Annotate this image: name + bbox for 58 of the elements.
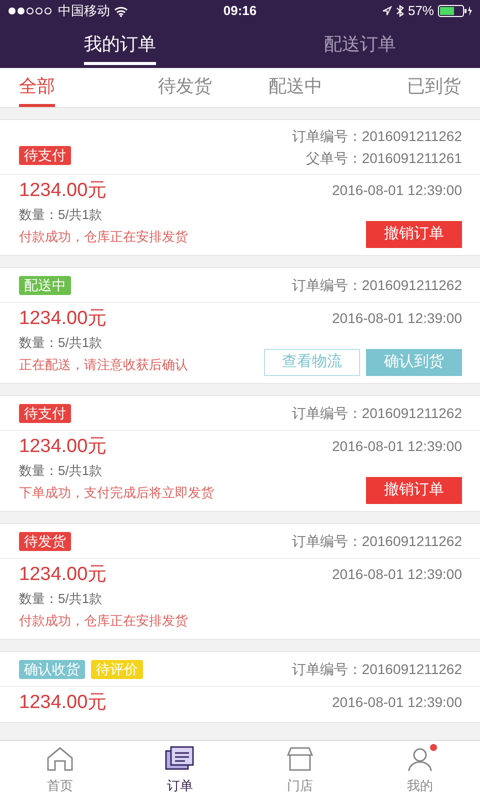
filter-tab[interactable]: 待发货 [158,67,212,107]
order-action-button[interactable]: 撤销订单 [366,221,462,248]
status-message: 付款成功，仓库正在安排发货 [19,612,188,630]
order-price: 1234.00元 [19,179,108,203]
order-price: 1234.00元 [19,691,107,715]
order-date: 2016-08-01 12:39:00 [332,437,462,456]
order-date: 2016-08-01 12:39:00 [332,181,462,200]
location-arrow-icon [382,6,392,16]
status-tag: 待发货 [19,532,71,550]
header-tab[interactable]: 配送订单 [324,25,396,65]
document-icon [165,746,195,772]
order-card[interactable]: 待发货 订单编号：2016091211262 1234.00元 数量：5/共1款 付款成功，仓库正在安排发货 2016-08-01 12:39:00 [0,523,480,640]
status-message: 下单成功，支付完成后将立即发货 [19,484,214,502]
order-date: 2016-08-01 12:39:00 [332,565,462,584]
order-card[interactable]: 确认收货 待评价 订单编号：2016091211262 1234.00元 2016-08-01 12:39:00 [0,651,480,723]
store-icon [286,746,314,772]
order-action-button[interactable]: 撤销订单 [366,477,462,504]
tab-bar-item[interactable]: 门店 [240,741,360,800]
order-card[interactable]: 待支付 订单编号：2016091211262 1234.00元 数量：5/共1款 下单成功，支付完成后将立即发货 2016-08-01 12:39:00 撤销订单 [0,395,480,512]
status-tag: 确认收货 [19,660,85,678]
user-icon [406,746,434,772]
status-message: 正在配送，请注意收获后确认 [19,356,188,374]
parent-order-number: 父单号：2016091211261 [306,149,462,168]
order-date: 2016-08-01 12:39:00 [332,309,462,328]
header-tab[interactable]: 我的订单 [84,25,156,65]
order-number: 订单编号：2016091211262 [292,532,462,551]
order-number: 订单编号：2016091211262 [292,127,462,146]
order-number: 订单编号：2016091211262 [292,660,462,679]
order-number: 订单编号：2016091211262 [292,404,462,423]
order-number: 订单编号：2016091211262 [292,276,462,295]
signal-icon [8,7,54,15]
carrier-name: 中国移动 [58,2,110,20]
order-date: 2016-08-01 12:39:00 [332,693,462,712]
order-price: 1234.00元 [19,307,108,331]
tab-bar-item[interactable]: 订单 [120,741,240,800]
quantity-text: 数量：5/共1款 [19,206,104,224]
home-icon [46,746,74,772]
quantity-text: 数量：5/共1款 [19,590,104,608]
filter-tab[interactable]: 配送中 [268,67,322,107]
clock-time: 09:16 [223,2,257,20]
quantity-text: 数量：5/共1款 [19,334,104,352]
battery-icon [438,5,472,17]
battery-percent: 57% [408,2,434,20]
tab-bar-item[interactable]: 我的 [360,741,480,800]
bluetooth-icon [396,5,404,17]
status-message: 付款成功，仓库正在安排发货 [19,228,188,246]
status-tag: 待评价 [91,660,143,678]
tab-bar-item[interactable]: 首页 [0,741,120,800]
order-card[interactable]: 待支付 订单编号：2016091211262 父单号：2016091211261 1234.00元 数量：5/共1款 付款成功，仓库正在安排发货 2016-08-01 12:39:00 撤销订单 [0,119,480,256]
order-price: 1234.00元 [19,563,108,587]
status-tag: 待支付 [19,404,71,422]
order-price: 1234.00元 [19,435,108,459]
quantity-text: 数量：5/共1款 [19,462,104,480]
status-tag: 待支付 [19,146,71,164]
filter-tab[interactable]: 已到货 [407,67,461,107]
wifi-icon [114,6,128,16]
status-tag: 配送中 [19,276,71,294]
filter-tab[interactable]: 全部 [19,67,55,107]
